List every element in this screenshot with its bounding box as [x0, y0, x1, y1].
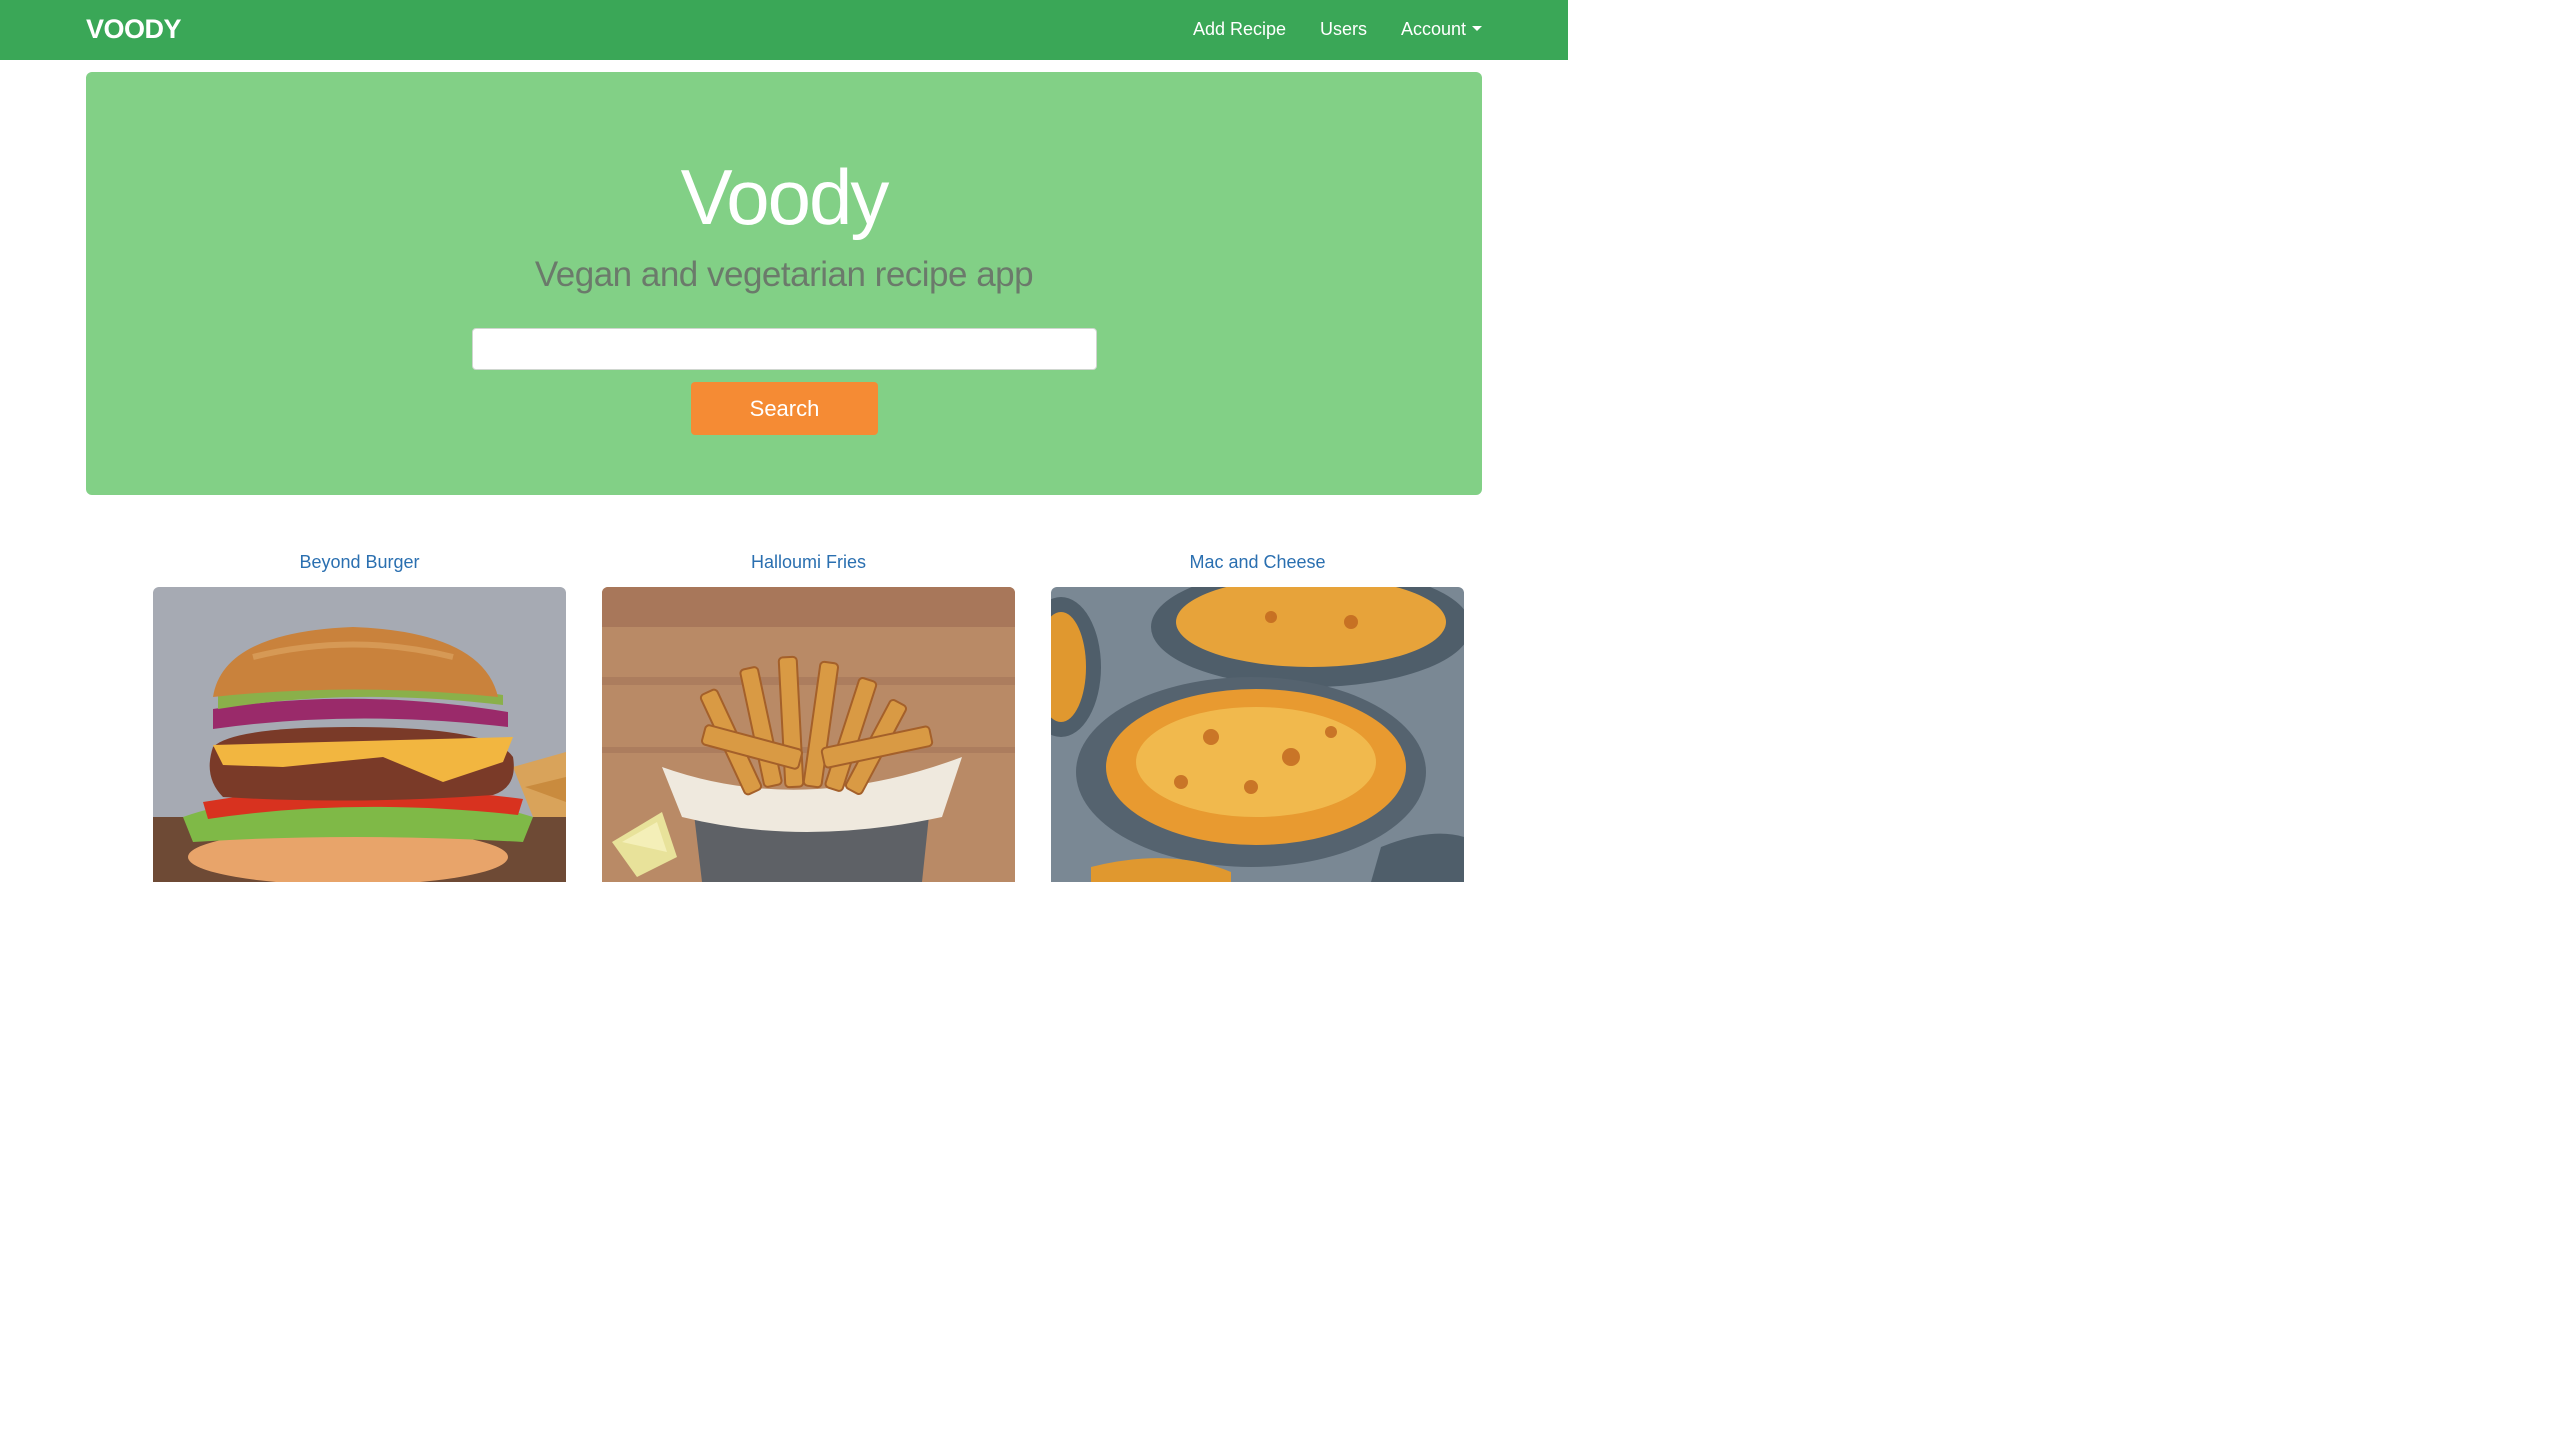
nav-account-dropdown[interactable]: Account — [1401, 19, 1483, 40]
recipe-title-link[interactable]: Halloumi Fries — [602, 552, 1015, 573]
nav-add-recipe[interactable]: Add Recipe — [1193, 19, 1286, 40]
hero-title: Voody — [680, 153, 890, 241]
halloumi-fries-photo — [602, 587, 1015, 882]
recipe-image-burger[interactable] — [153, 587, 566, 882]
nav-account-label: Account — [1401, 19, 1467, 39]
recipe-title-link[interactable]: Beyond Burger — [153, 552, 566, 573]
navbar: VOODY Add Recipe Users Account — [0, 0, 1568, 60]
burger-photo — [153, 587, 566, 882]
mac-and-cheese-photo — [1051, 587, 1464, 882]
caret-down-icon — [1472, 25, 1483, 31]
nav-users[interactable]: Users — [1320, 19, 1367, 40]
recipe-title-link[interactable]: Mac and Cheese — [1051, 552, 1464, 573]
hero-banner: Voody Vegan and vegetarian recipe app Se… — [86, 72, 1482, 495]
search-button[interactable]: Search — [691, 382, 878, 435]
recipe-image-halloumi-fries[interactable] — [602, 587, 1015, 882]
hero-subtitle: Vegan and vegetarian recipe app — [534, 255, 1034, 294]
brand-logo[interactable]: VOODY — [86, 14, 182, 45]
search-input[interactable] — [472, 328, 1097, 370]
recipe-image-mac-and-cheese[interactable] — [1051, 587, 1464, 882]
